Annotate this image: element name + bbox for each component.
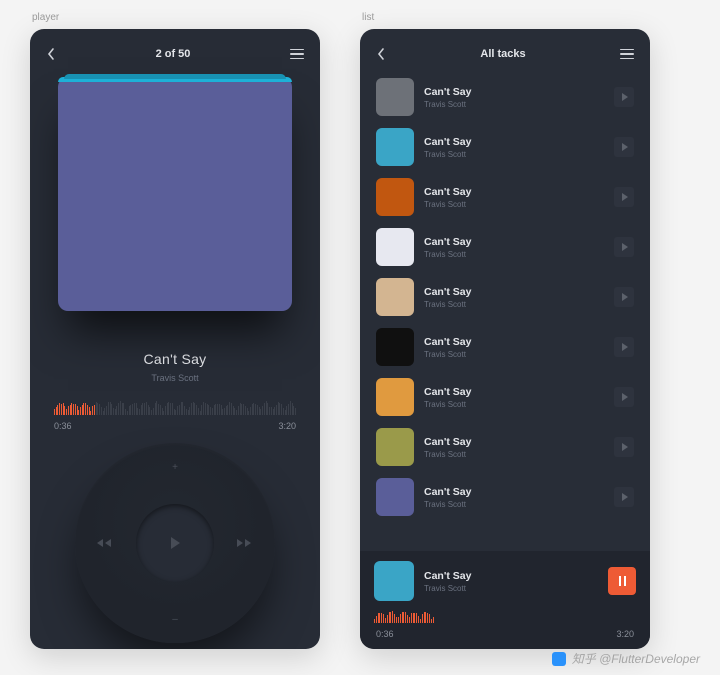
list-title: All tacks — [480, 48, 525, 60]
track-row[interactable]: Can't Say Travis Scott — [374, 223, 640, 271]
track-artist: Travis Scott — [30, 373, 320, 383]
zhihu-logo-icon — [552, 652, 566, 666]
track-row[interactable]: Can't Say Travis Scott — [374, 73, 640, 121]
time-duration: 3:20 — [278, 421, 296, 431]
row-play-button[interactable] — [614, 87, 634, 107]
track-row[interactable]: Can't Say Travis Scott — [374, 173, 640, 221]
time-elapsed: 0:36 — [54, 421, 72, 431]
track-row-artist: Travis Scott — [424, 450, 604, 459]
track-thumb — [376, 478, 414, 516]
now-playing-title: Can't Say — [424, 570, 598, 582]
now-time-duration: 3:20 — [616, 629, 634, 639]
row-play-button[interactable] — [614, 137, 634, 157]
album-art — [58, 77, 292, 311]
next-track-button[interactable] — [231, 533, 261, 553]
track-thumb — [376, 428, 414, 466]
track-row[interactable]: Can't Say Travis Scott — [374, 473, 640, 521]
play-icon — [621, 193, 628, 201]
row-play-button[interactable] — [614, 437, 634, 457]
row-play-button[interactable] — [614, 287, 634, 307]
list-header: All tacks — [360, 29, 650, 71]
click-wheel[interactable]: + – — [75, 443, 275, 643]
track-row[interactable]: Can't Say Travis Scott — [374, 273, 640, 321]
track-row-artist: Travis Scott — [424, 500, 604, 509]
play-icon — [621, 493, 628, 501]
menu-button[interactable] — [290, 49, 304, 60]
track-row-title: Can't Say — [424, 336, 604, 348]
track-row-title: Can't Say — [424, 186, 604, 198]
menu-button[interactable] — [620, 49, 634, 60]
player-screen: 2 of 50 Can't Say Travis Scott 0:36 3:20 — [30, 29, 320, 649]
track-list[interactable]: Can't Say Travis Scott Can't Say Travis Sco… — [360, 71, 650, 521]
back-button[interactable] — [46, 47, 56, 61]
track-row[interactable]: Can't Say Travis Scott — [374, 423, 640, 471]
track-row[interactable]: Can't Say Travis Scott — [374, 123, 640, 171]
track-row-artist: Travis Scott — [424, 350, 604, 359]
mini-waveform[interactable] — [374, 611, 636, 623]
track-row-title: Can't Say — [424, 386, 604, 398]
volume-up-button[interactable]: + — [160, 457, 190, 477]
screen-label-list: list — [360, 12, 650, 23]
track-row-artist: Travis Scott — [424, 400, 604, 409]
track-thumb — [376, 278, 414, 316]
album-stack-indicator — [58, 77, 292, 82]
play-icon — [621, 93, 628, 101]
now-playing-artist: Travis Scott — [424, 584, 598, 593]
play-icon — [621, 393, 628, 401]
player-header: 2 of 50 — [30, 29, 320, 71]
track-row-title: Can't Say — [424, 86, 604, 98]
play-icon — [621, 293, 628, 301]
track-thumb — [376, 328, 414, 366]
screen-label-player: player — [30, 12, 320, 23]
track-title: Can't Say — [30, 351, 320, 367]
track-row[interactable]: Can't Say Travis Scott — [374, 373, 640, 421]
waveform[interactable] — [54, 399, 296, 415]
play-icon — [169, 536, 181, 550]
track-row-title: Can't Say — [424, 236, 604, 248]
track-row-artist: Travis Scott — [424, 250, 604, 259]
track-row-artist: Travis Scott — [424, 200, 604, 209]
track-thumb — [376, 228, 414, 266]
track-thumb — [376, 178, 414, 216]
track-row-title: Can't Say — [424, 486, 604, 498]
now-playing-bar[interactable]: Can't Say Travis Scott 0:36 3:20 — [360, 551, 650, 649]
track-thumb — [376, 128, 414, 166]
play-icon — [621, 343, 628, 351]
track-row-title: Can't Say — [424, 136, 604, 148]
back-button[interactable] — [376, 47, 386, 61]
volume-down-button[interactable]: – — [160, 609, 190, 629]
now-playing-thumb — [374, 561, 414, 601]
play-icon — [621, 443, 628, 451]
track-thumb — [376, 78, 414, 116]
row-play-button[interactable] — [614, 237, 634, 257]
list-screen: All tacks Can't SayTravis ScottCan't Say… — [360, 29, 650, 649]
play-icon — [621, 243, 628, 251]
pause-button[interactable] — [608, 567, 636, 595]
track-row-title: Can't Say — [424, 286, 604, 298]
row-play-button[interactable] — [614, 337, 634, 357]
track-position: 2 of 50 — [156, 48, 191, 60]
row-play-button[interactable] — [614, 387, 634, 407]
track-row-artist: Travis Scott — [424, 300, 604, 309]
track-row-title: Can't Say — [424, 436, 604, 448]
row-play-button[interactable] — [614, 487, 634, 507]
play-button[interactable] — [136, 504, 214, 582]
watermark: 知乎 @FlutterDeveloper — [552, 650, 700, 667]
row-play-button[interactable] — [614, 187, 634, 207]
track-row[interactable]: Can't Say Travis Scott — [374, 323, 640, 371]
play-icon — [621, 143, 628, 151]
now-time-elapsed: 0:36 — [376, 629, 394, 639]
prev-track-button[interactable] — [89, 533, 119, 553]
track-row-artist: Travis Scott — [424, 100, 604, 109]
track-thumb — [376, 378, 414, 416]
track-row-artist: Travis Scott — [424, 150, 604, 159]
